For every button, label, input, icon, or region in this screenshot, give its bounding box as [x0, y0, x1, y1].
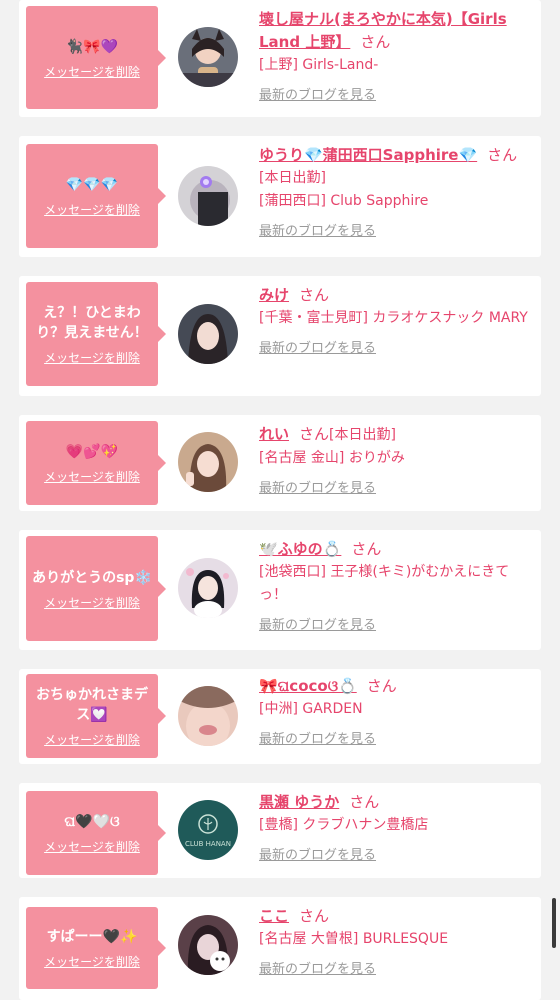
message-card: ありがとうのsp❄️ メッセージを削除 🕊️ふゆの💍 さん [池袋西口] 王子様(キミ)…: [19, 530, 541, 650]
delete-message-link[interactable]: メッセージを削除: [44, 351, 140, 365]
delete-message-link[interactable]: メッセージを削除: [44, 203, 140, 217]
shop-info: [池袋西口] 王子様(キミ)がむかえにきてっ！: [259, 564, 510, 603]
latest-blog-link[interactable]: 最新のブログを見る: [259, 731, 376, 749]
name-line: みけ さん: [259, 284, 531, 307]
avatar[interactable]: [178, 432, 238, 492]
name-line: れい さん[本日出勤]: [259, 423, 531, 447]
delete-message-link[interactable]: メッセージを削除: [44, 840, 140, 854]
message-bubble: ありがとうのsp❄️ メッセージを削除: [26, 536, 166, 641]
cast-info: れい さん[本日出勤] [名古屋 金山] おりがみ 最新のブログを見る: [259, 423, 531, 498]
message-text: ありがとうのsp❄️: [32, 569, 152, 586]
delete-message-link[interactable]: メッセージを削除: [44, 596, 140, 610]
avatar-image: [178, 915, 238, 975]
message-bubble: 🐈‍⬛🎀💜 メッセージを削除: [26, 6, 166, 109]
name-line: 🎀ଘcocoଓ💍 さん: [259, 675, 531, 698]
avatar[interactable]: CLUB HANAN: [178, 800, 238, 860]
message-text: え？！ひとまわり？見えません！: [36, 305, 148, 341]
avatar-image: [178, 304, 238, 364]
cast-name-link[interactable]: れい: [259, 425, 289, 443]
cast-info: ここ さん [名古屋 大曽根] BURLESQUE 最新のブログを見る: [259, 905, 531, 979]
latest-blog-link[interactable]: 最新のブログを見る: [259, 223, 376, 241]
message-bubble: おちゅかれさまデス💟 メッセージを削除: [26, 674, 166, 758]
avatar-image: [178, 166, 238, 226]
cast-info: 壊し屋ナル(まろやかに本気)【Girls Land 上野】 さん [上野] Girl…: [259, 8, 531, 105]
message-text: 💗💕💖: [65, 444, 119, 460]
message-text: ଘ🖤🤍ଓ: [64, 814, 120, 830]
latest-blog-link[interactable]: 最新のブログを見る: [259, 961, 376, 979]
latest-blog-link[interactable]: 最新のブログを見る: [259, 847, 376, 865]
honorific-label: さん: [360, 33, 391, 51]
attendance-status: [本日出勤]: [329, 427, 396, 443]
message-text: 🐈‍⬛🎀💜: [65, 38, 119, 55]
cast-info: 🕊️ふゆの💍 さん [池袋西口] 王子様(キミ)がむかえにきてっ！ 最新のブログを見る: [259, 538, 531, 635]
honorific-label: さん: [351, 540, 382, 558]
message-bubble: 💎💎💎 メッセージを削除: [26, 144, 166, 248]
honorific-label: さん: [299, 425, 330, 443]
message-card: 💎💎💎 メッセージを削除 ゆうり💎蒲田西口Sapphire💎 さん [本日出勤] [蒲田西…: [19, 136, 541, 257]
cast-name-link[interactable]: みけ: [259, 286, 289, 304]
message-card: 🐈‍⬛🎀💜 メッセージを削除 壊し屋ナル(まろやかに本気)【Girls Land 上…: [19, 0, 541, 117]
avatar[interactable]: [178, 915, 238, 975]
cast-name-link[interactable]: ゆうり💎蒲田西口Sapphire💎: [259, 146, 477, 164]
name-line: 黒瀬 ゆうか さん: [259, 791, 531, 814]
cast-info: ゆうり💎蒲田西口Sapphire💎 さん [本日出勤] [蒲田西口] Club Sap…: [259, 144, 531, 241]
honorific-label: さん: [487, 146, 518, 164]
message-text: おちゅかれさまデス💟: [36, 687, 148, 723]
message-card: すぱーー🖤✨ メッセージを削除 ここ さん [名古屋 大曽根] BURLESQUE 最新の…: [19, 897, 541, 1000]
delete-message-link[interactable]: メッセージを削除: [44, 65, 140, 79]
honorific-label: さん: [349, 793, 380, 811]
cast-info: みけ さん [千葉・富士見町] カラオケスナック MARY 最新のブログを見る: [259, 284, 531, 358]
avatar[interactable]: [178, 27, 238, 87]
avatar[interactable]: [178, 304, 238, 364]
avatar-image: [178, 558, 238, 618]
attendance-status: [本日出勤]: [259, 170, 326, 186]
avatar-image: [178, 686, 238, 746]
shop-info: [名古屋 金山] おりがみ: [259, 450, 405, 466]
message-bubble: 💗💕💖 メッセージを削除: [26, 421, 166, 505]
message-card: え？！ひとまわり？見えません！ メッセージを削除 みけ さん [千葉・富士見町] カラオ…: [19, 276, 541, 396]
cast-name-link[interactable]: 黒瀬 ゆうか: [259, 793, 339, 811]
avatar-image: CLUB HANAN: [178, 800, 238, 860]
honorific-label: さん: [299, 907, 330, 925]
latest-blog-link[interactable]: 最新のブログを見る: [259, 87, 376, 105]
cast-info: 🎀ଘcocoଓ💍 さん [中洲] GARDEN 最新のブログを見る: [259, 675, 531, 749]
cast-name-link[interactable]: 🎀ଘcocoଓ💍: [259, 677, 357, 695]
shop-info: [千葉・富士見町] カラオケスナック MARY: [259, 310, 528, 326]
name-line: ここ さん: [259, 905, 531, 928]
name-line: ゆうり💎蒲田西口Sapphire💎 さん: [259, 144, 531, 167]
svg-text:CLUB HANAN: CLUB HANAN: [185, 840, 231, 848]
message-text: すぱーー🖤✨: [46, 929, 138, 945]
latest-blog-link[interactable]: 最新のブログを見る: [259, 340, 376, 358]
name-line: 🕊️ふゆの💍 さん: [259, 538, 531, 561]
shop-info: [中洲] GARDEN: [259, 701, 363, 717]
shop-info: [豊橋] クラブハナン豊橋店: [259, 817, 429, 833]
honorific-label: さん: [299, 286, 330, 304]
message-card: おちゅかれさまデス💟 メッセージを削除 🎀ଘcocoଓ💍 さん [中洲] GARDEN 最…: [19, 669, 541, 764]
latest-blog-link[interactable]: 最新のブログを見る: [259, 480, 376, 498]
message-bubble: すぱーー🖤✨ メッセージを削除: [26, 907, 166, 989]
shop-info: [蒲田西口] Club Sapphire: [259, 193, 429, 209]
message-card: ଘ🖤🤍ଓ メッセージを削除 CLUB HANAN 黒瀬 ゆうか さん [豊橋] クラブハナ…: [19, 783, 541, 878]
cast-name-link[interactable]: 🕊️ふゆの💍: [259, 540, 341, 558]
shop-info: [名古屋 大曽根] BURLESQUE: [259, 931, 449, 947]
avatar-image: [178, 432, 238, 492]
message-card: 💗💕💖 メッセージを削除 れい さん[本日出勤] [名古屋 金山] おりがみ 最新のブログ…: [19, 415, 541, 511]
cast-name-link[interactable]: ここ: [259, 907, 289, 925]
delete-message-link[interactable]: メッセージを削除: [44, 955, 140, 969]
avatar[interactable]: [178, 166, 238, 226]
delete-message-link[interactable]: メッセージを削除: [44, 470, 140, 484]
message-text: 💎💎💎: [65, 177, 119, 193]
name-line: 壊し屋ナル(まろやかに本気)【Girls Land 上野】 さん: [259, 8, 531, 54]
delete-message-link[interactable]: メッセージを削除: [44, 733, 140, 747]
message-bubble: ଘ🖤🤍ଓ メッセージを削除: [26, 791, 166, 875]
latest-blog-link[interactable]: 最新のブログを見る: [259, 617, 376, 635]
scrollbar[interactable]: [552, 898, 556, 948]
honorific-label: さん: [366, 677, 397, 695]
message-bubble: え？！ひとまわり？見えません！ メッセージを削除: [26, 282, 166, 386]
avatar-image: [178, 27, 238, 87]
cast-info: 黒瀬 ゆうか さん [豊橋] クラブハナン豊橋店 最新のブログを見る: [259, 791, 531, 865]
avatar[interactable]: [178, 558, 238, 618]
avatar[interactable]: [178, 686, 238, 746]
shop-info: [上野] Girls-Land-: [259, 57, 379, 73]
